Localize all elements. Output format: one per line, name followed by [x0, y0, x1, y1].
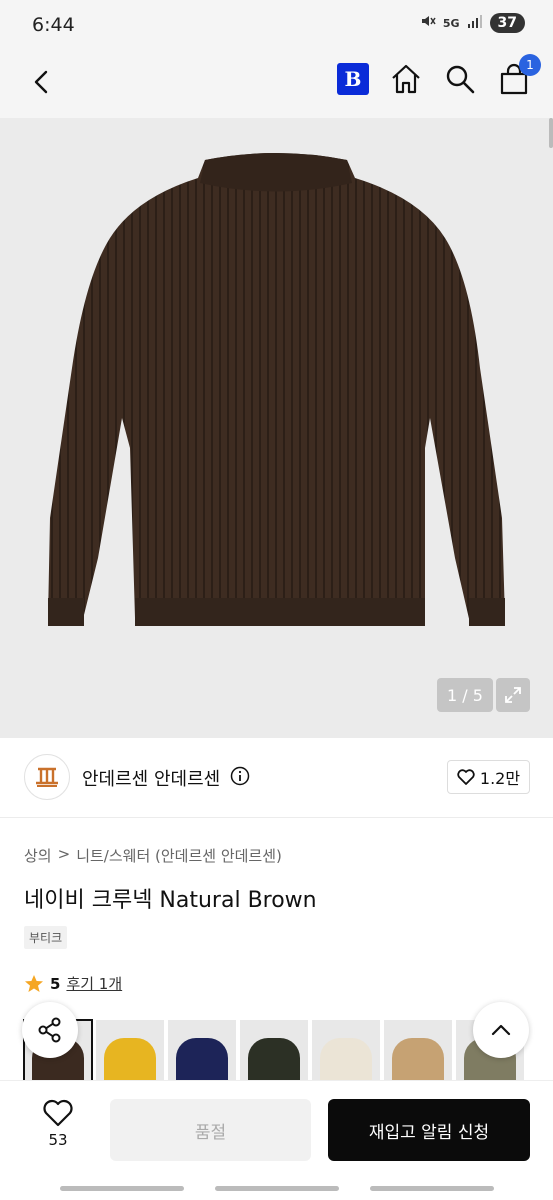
status-icons: 5G 37	[420, 13, 525, 33]
share-icon	[38, 1017, 61, 1043]
search-button[interactable]	[443, 62, 477, 96]
brand-logo-image	[36, 767, 58, 787]
scrollbar[interactable]	[549, 118, 553, 148]
bottom-action-bar: 53 품절 재입고 알림 신청	[0, 1080, 553, 1176]
brand-row: 안데르센 안데르센 1.2만	[0, 738, 553, 818]
breadcrumb: 상의 > 니트/스웨터 (안데르센 안데르센)	[24, 845, 282, 866]
share-button[interactable]	[22, 1002, 78, 1058]
soldout-button[interactable]: 품절	[110, 1099, 311, 1161]
network-label: 5G	[442, 16, 460, 30]
signal-icon	[467, 14, 483, 32]
status-time: 6:44	[32, 14, 75, 36]
gesture-handle-left[interactable]	[60, 1186, 184, 1191]
chevron-up-icon	[491, 1024, 511, 1036]
mute-icon	[420, 13, 436, 33]
color-option-navy[interactable]	[168, 1020, 236, 1088]
gesture-handle-center[interactable]	[215, 1186, 339, 1191]
breadcrumb-subcategory[interactable]: 니트/스웨터 (안데르센 안데르센)	[76, 845, 282, 866]
expand-icon	[505, 687, 521, 703]
expand-button[interactable]	[496, 678, 530, 712]
color-option-camel[interactable]	[384, 1020, 452, 1088]
color-option-cream[interactable]	[312, 1020, 380, 1088]
b-logo-button[interactable]: B	[337, 63, 369, 95]
heart-icon	[43, 1099, 73, 1127]
restock-alert-button[interactable]: 재입고 알림 신청	[328, 1099, 530, 1161]
scroll-top-button[interactable]	[473, 1002, 529, 1058]
battery-indicator: 37	[489, 13, 525, 33]
top-nav: B 1	[0, 50, 553, 118]
brand-name[interactable]: 안데르센 안데르센	[82, 765, 220, 791]
back-button[interactable]	[24, 64, 60, 100]
search-icon	[446, 65, 475, 94]
color-option-yellow[interactable]	[96, 1020, 164, 1088]
status-bar: 6:44 5G 37	[0, 0, 553, 50]
brand-like-button[interactable]: 1.2만	[447, 760, 530, 794]
wishlist-count: 53	[48, 1131, 68, 1149]
brand-logo[interactable]	[24, 754, 70, 800]
product-image-gallery[interactable]: 1 / 5	[0, 118, 553, 738]
wishlist-button[interactable]: 53	[30, 1099, 86, 1159]
chevron-left-icon	[34, 70, 48, 94]
cart-count-badge: 1	[519, 54, 541, 76]
breadcrumb-separator: >	[57, 845, 71, 863]
review-link[interactable]: 후기 1개	[66, 973, 122, 994]
color-option-dark-green[interactable]	[240, 1020, 308, 1088]
color-options	[23, 1019, 524, 1089]
product-tag: 부티크	[24, 926, 68, 949]
brand-like-count: 1.2만	[479, 769, 521, 788]
product-image	[48, 153, 505, 626]
heart-icon	[457, 769, 475, 785]
gesture-handle-right[interactable]	[370, 1186, 494, 1191]
star-icon	[25, 974, 43, 992]
home-icon	[392, 64, 420, 94]
product-title: 네이비 크루넥 Natural Brown	[24, 888, 317, 913]
cart-button[interactable]: 1	[497, 54, 541, 96]
info-icon[interactable]	[230, 766, 250, 790]
breadcrumb-category[interactable]: 상의	[24, 845, 52, 866]
gallery-counter: 1 / 5	[437, 678, 493, 712]
nav-actions: B 1	[337, 54, 541, 96]
home-button[interactable]	[389, 62, 423, 96]
rating-row: 5 후기 1개	[24, 973, 122, 994]
system-gesture-bar	[0, 1176, 553, 1200]
rating-value: 5	[50, 974, 61, 993]
